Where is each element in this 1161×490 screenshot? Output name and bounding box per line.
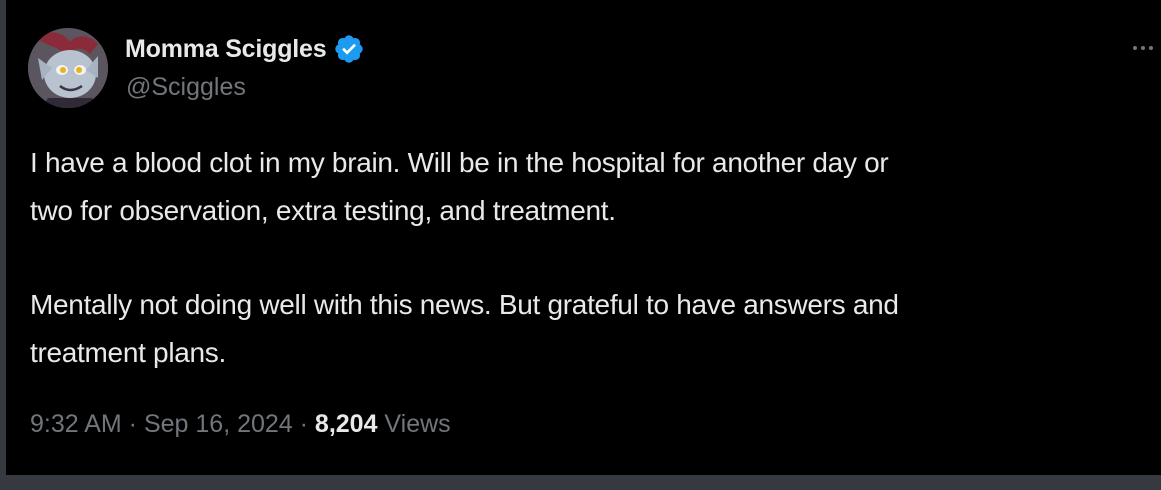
more-options-icon[interactable] (1125, 36, 1161, 60)
more-dot (1141, 46, 1145, 50)
tweet-date[interactable]: Sep 16, 2024 (144, 410, 293, 438)
display-name[interactable]: Momma Sciggles (125, 35, 327, 64)
avatar[interactable] (28, 28, 108, 108)
tweet-metadata: 9:32 AM · Sep 16, 2024 · 8,204 Views (30, 410, 451, 439)
more-dot (1149, 46, 1153, 50)
tweet-paragraph-1: I have a blood clot in my brain. Will be… (30, 139, 1155, 235)
tweet-text: I have a blood clot in my brain. Will be… (30, 139, 1155, 377)
views-label: Views (377, 410, 451, 438)
avatar-image (28, 28, 108, 108)
tweet-line: I have a blood clot in my brain. Will be… (30, 147, 889, 178)
tweet-paragraph-2: Mentally not doing well with this news. … (30, 281, 1155, 377)
tweet-time[interactable]: 9:32 AM (30, 410, 122, 438)
views-count: 8,204 (314, 410, 378, 438)
tweet-line: treatment plans. (30, 337, 226, 368)
meta-separator: · (292, 410, 315, 438)
user-handle[interactable]: @Sciggles (126, 73, 246, 102)
meta-separator: · (121, 410, 144, 438)
display-name-row: Momma Sciggles (125, 33, 365, 65)
tweet-line: Mentally not doing well with this news. … (30, 289, 899, 320)
tweet-card: Momma Sciggles @Sciggles I have a blood … (6, 0, 1161, 475)
tweet-line: two for observation, extra testing, and … (30, 195, 616, 226)
more-dot (1133, 46, 1137, 50)
verified-badge-icon[interactable] (333, 33, 365, 65)
